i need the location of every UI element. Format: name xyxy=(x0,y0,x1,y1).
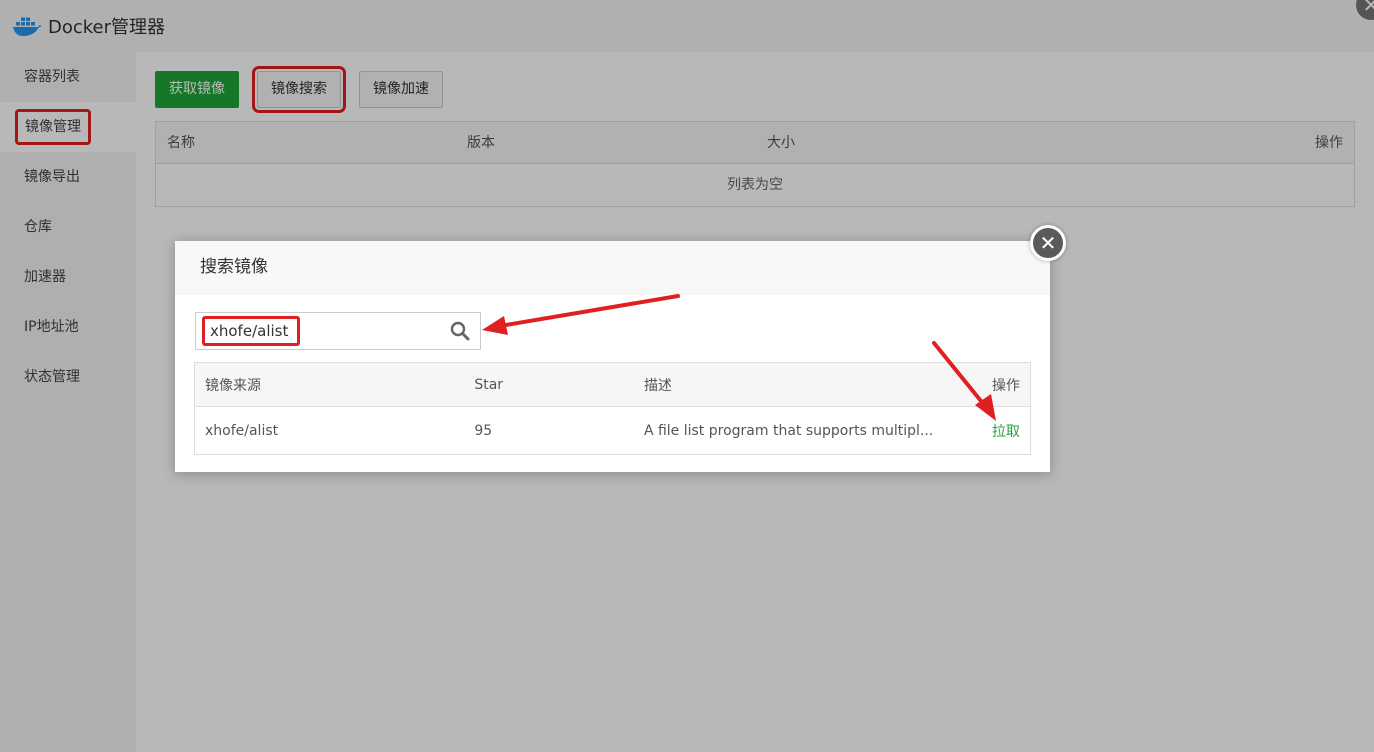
cell-actions: 拉取 xyxy=(943,421,1030,441)
pull-link[interactable]: 拉取 xyxy=(992,424,1020,440)
docker-manager-window: Docker管理器 ✕ 容器列表 镜像管理 镜像导出 仓库 加速器 IP地址池 … xyxy=(0,0,1374,752)
search-box xyxy=(195,312,481,350)
column-header-star: Star xyxy=(474,376,504,393)
dialog-close-button[interactable]: ✕ xyxy=(1030,225,1066,261)
search-icon[interactable] xyxy=(450,321,470,341)
column-header-description: 描述 xyxy=(643,377,672,394)
dialog-title: 搜索镜像 xyxy=(175,241,1050,294)
search-results-table: 镜像来源 Star 描述 操作 xhofe/alist 95 A file li… xyxy=(194,362,1031,455)
search-input[interactable] xyxy=(202,316,300,346)
cell-source: xhofe/alist xyxy=(205,422,279,439)
cell-description: A file list program that supports multip… xyxy=(643,422,934,439)
table-row: xhofe/alist 95 A file list program that … xyxy=(195,407,1030,454)
column-header-source: 镜像来源 xyxy=(205,377,261,394)
column-header-actions: 操作 xyxy=(992,377,1020,394)
search-image-dialog: 搜索镜像 镜像来源 Star 描述 操作 xhofe/alist 95 A fi… xyxy=(175,241,1050,472)
table-header: 镜像来源 Star 描述 操作 xyxy=(195,363,1030,407)
cell-star: 95 xyxy=(474,422,493,439)
